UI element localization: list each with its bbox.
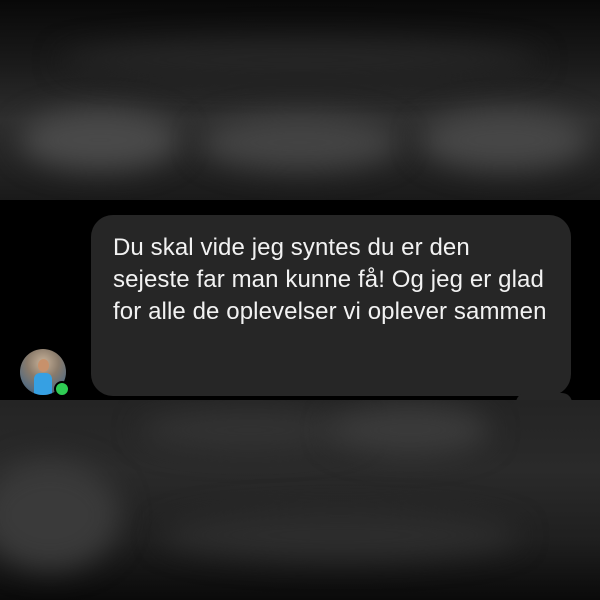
blurred-previous-messages [0, 0, 600, 200]
next-message-bubble-edge [516, 393, 572, 400]
blurred-bubble [330, 405, 490, 455]
blurred-bubble [420, 110, 590, 170]
blurred-bubble [160, 510, 520, 560]
chat-thread: Du skal vide jeg syntes du er den sejest… [0, 200, 600, 400]
blurred-bubble [20, 110, 180, 170]
blurred-bubble [0, 460, 120, 570]
message-bubble[interactable]: Du skal vide jeg syntes du er den sejest… [91, 215, 571, 396]
message-text: Du skal vide jeg syntes du er den sejest… [113, 234, 547, 325]
blurred-bubble [140, 410, 360, 450]
blurred-next-messages [0, 400, 600, 600]
avatar-face [38, 359, 49, 372]
blurred-bubble [60, 40, 540, 80]
online-status-indicator [54, 381, 70, 397]
avatar-shirt [34, 373, 52, 395]
blurred-bubble [200, 115, 400, 170]
